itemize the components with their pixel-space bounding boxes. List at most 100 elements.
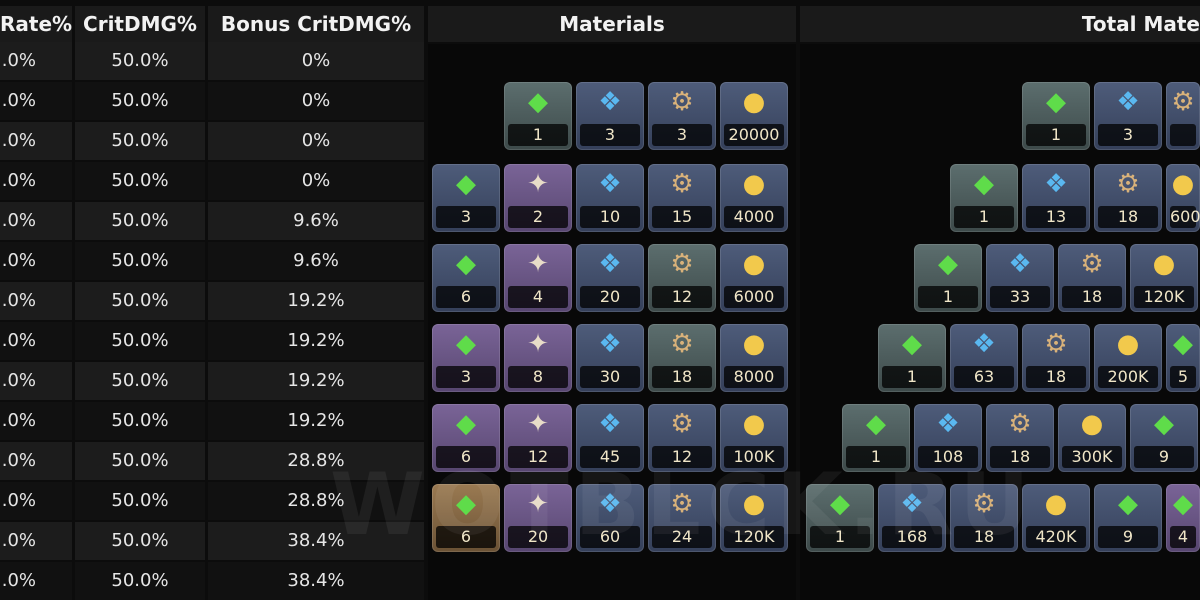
material-slot: ❖ 3: [576, 82, 644, 150]
green-shard-icon: ◆: [528, 87, 548, 117]
gear-icon: ⚙: [1116, 169, 1140, 199]
green-shard-icon: ◆: [456, 329, 476, 359]
gear-icon: ⚙: [670, 329, 694, 359]
material-quantity: 12: [652, 446, 712, 468]
total-material-slot: ⚙ 18: [986, 404, 1054, 472]
material-quantity: 3: [580, 124, 640, 146]
material-quantity: 63: [954, 366, 1014, 388]
material-slot: ❖ 45: [576, 404, 644, 472]
total-material-slot: ◆ 9: [1130, 404, 1198, 472]
total-material-slot: ⚙ 18: [1094, 164, 1162, 232]
total-material-slot: ⚙: [1166, 82, 1200, 150]
blue-crystal-icon: ❖: [598, 169, 622, 199]
material-slot: ◆ 3: [432, 164, 500, 232]
coin-icon: ●: [742, 169, 766, 199]
material-quantity: 2: [508, 206, 568, 228]
material-slot: ● 20000: [720, 82, 788, 150]
material-quantity: 3: [436, 206, 496, 228]
material-slot: ❖ 20: [576, 244, 644, 312]
material-quantity: 1: [1026, 124, 1086, 146]
bonus-crit-dmg-cell: 9.6%: [208, 202, 424, 240]
total-material-slot: ❖ 63: [950, 324, 1018, 392]
total-material-slot: ● 200K: [1094, 324, 1162, 392]
total-material-slot: ❖ 168: [878, 484, 946, 552]
total-material-slot: ◆ 4: [1166, 484, 1200, 552]
material-quantity: 6: [436, 286, 496, 308]
total-material-slot: ❖ 3: [1094, 82, 1162, 150]
material-slot: ⚙ 24: [648, 484, 716, 552]
material-quantity: 20: [580, 286, 640, 308]
material-quantity: 1: [810, 526, 870, 548]
material-slot: ✦ 8: [504, 324, 572, 392]
crit-dmg-cell: 50.0%: [75, 282, 205, 320]
gear-icon: ⚙: [1044, 329, 1068, 359]
green-shard-icon: ◆: [1118, 489, 1138, 519]
crit-dmg-cell: 50.0%: [75, 162, 205, 200]
gear-icon: ⚙: [670, 489, 694, 519]
crit-rate-cell: .0%: [0, 322, 72, 360]
total-material-slot: ⚙ 18: [950, 484, 1018, 552]
green-shard-icon: ◆: [1173, 489, 1193, 519]
total-material-slot: ❖ 108: [914, 404, 982, 472]
material-quantity: 100K: [724, 446, 784, 468]
coin-icon: ●: [742, 249, 766, 279]
material-quantity: 1: [508, 124, 568, 146]
blue-crystal-icon: ❖: [1008, 249, 1032, 279]
material-slot: ◆ 1: [504, 82, 572, 150]
crit-rate-cell: .0%: [0, 522, 72, 560]
bonus-crit-dmg-cell: 19.2%: [208, 362, 424, 400]
total-material-slot: ◆ 1: [806, 484, 874, 552]
total-material-slot: ❖ 13: [1022, 164, 1090, 232]
material-slot: ● 120K: [720, 484, 788, 552]
material-quantity: 120K: [1134, 286, 1194, 308]
gear-icon: ⚙: [670, 249, 694, 279]
material-quantity: 20000: [724, 124, 784, 146]
bonus-crit-dmg-cell: 19.2%: [208, 322, 424, 360]
material-quantity: 108: [918, 446, 978, 468]
bonus-crit-dmg-cell: 19.2%: [208, 402, 424, 440]
coin-icon: ●: [1152, 249, 1176, 279]
green-shard-icon: ◆: [456, 489, 476, 519]
bonus-crit-dmg-cell: 28.8%: [208, 482, 424, 520]
material-quantity: 6: [436, 526, 496, 548]
material-quantity: 13: [1026, 206, 1086, 228]
material-quantity: 12: [508, 446, 568, 468]
material-quantity: 3: [436, 366, 496, 388]
material-quantity: 18: [1062, 286, 1122, 308]
crit-dmg-cell: 50.0%: [75, 322, 205, 360]
material-quantity: 1: [918, 286, 978, 308]
material-slot: ◆ 6: [432, 484, 500, 552]
gear-icon: ⚙: [670, 169, 694, 199]
material-slot: ✦ 2: [504, 164, 572, 232]
bonus-crit-dmg-cell: 19.2%: [208, 282, 424, 320]
green-shard-icon: ◆: [1154, 409, 1174, 439]
material-slot: ● 8000: [720, 324, 788, 392]
total-material-slot: ◆ 1: [950, 164, 1018, 232]
material-quantity: 10: [580, 206, 640, 228]
material-slot: ✦ 12: [504, 404, 572, 472]
material-slot: ⚙ 18: [648, 324, 716, 392]
material-quantity: 8000: [724, 366, 784, 388]
total-material-slot: ◆ 5: [1166, 324, 1200, 392]
material-quantity: 200K: [1098, 366, 1158, 388]
crit-rate-cell: .0%: [0, 122, 72, 160]
crit-rate-cell: .0%: [0, 362, 72, 400]
material-slot: ● 6000: [720, 244, 788, 312]
total-material-slot: ● 420K: [1022, 484, 1090, 552]
material-quantity: 120K: [724, 526, 784, 548]
material-slot: ❖ 30: [576, 324, 644, 392]
material-slot: ◆ 6: [432, 244, 500, 312]
cross-crystal-icon: ✦: [527, 489, 549, 519]
material-quantity: 18: [990, 446, 1050, 468]
total-material-slot: ◆ 1: [878, 324, 946, 392]
material-quantity: 6000: [724, 286, 784, 308]
blue-crystal-icon: ❖: [598, 87, 622, 117]
material-quantity: 60: [580, 526, 640, 548]
total-material-slot: ❖ 33: [986, 244, 1054, 312]
gear-icon: ⚙: [1080, 249, 1104, 279]
coin-icon: ●: [742, 329, 766, 359]
material-quantity: [1170, 124, 1196, 146]
bonus-crit-dmg-cell: 0%: [208, 162, 424, 200]
green-shard-icon: ◆: [866, 409, 886, 439]
crit-dmg-cell: 50.0%: [75, 82, 205, 120]
